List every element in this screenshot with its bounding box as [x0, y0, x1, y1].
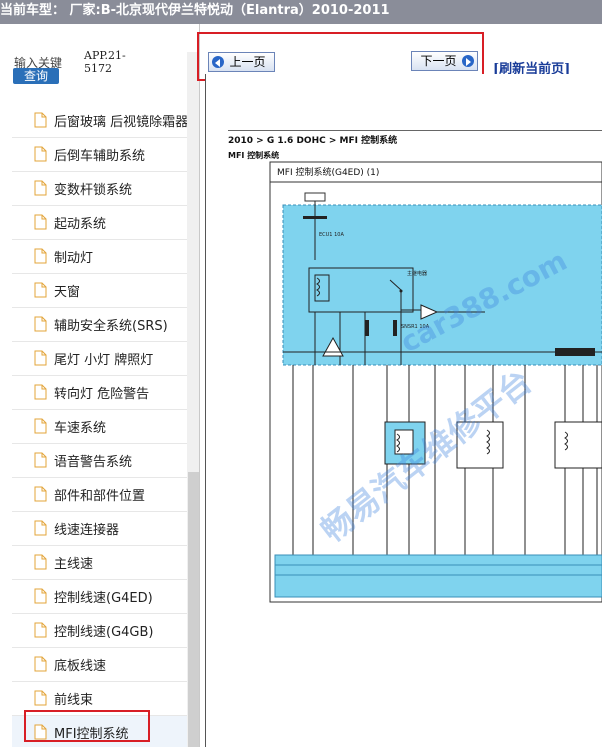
search-area: 输入关键 查询 APP.21-5172 [0, 24, 199, 90]
app-number: APP.21-5172 [84, 49, 126, 75]
scroll-thumb[interactable] [188, 472, 199, 747]
sidebar-item[interactable]: 主线速 [12, 546, 188, 580]
sidebar-item-label: 前线束 [54, 693, 94, 708]
document-icon [34, 350, 47, 366]
sidebar-item[interactable]: 后窗玻璃 后视镜除霜器 [12, 104, 188, 138]
diagram-breadcrumb: 2010 > G 1.6 DOHC > MFI 控制系统 [228, 130, 602, 146]
search-button[interactable]: 查询 [13, 68, 59, 84]
prev-page-button[interactable]: 上一页 [208, 52, 275, 72]
sidebar-item[interactable]: 线速连接器 [12, 512, 188, 546]
sidebar-scrollbar[interactable] [187, 52, 199, 747]
sidebar-item[interactable]: 控制线速(G4ED) [12, 580, 188, 614]
document-icon [34, 316, 47, 332]
sidebar-item[interactable]: 后倒车辅助系统 [12, 138, 188, 172]
sidebar-item-label: 线速连接器 [54, 523, 120, 538]
arrow-right-icon [462, 55, 474, 67]
document-icon [34, 180, 47, 196]
sidebar-item[interactable]: 部件和部件位置 [12, 478, 188, 512]
sidebar-item-label: 语音警告系统 [54, 455, 133, 470]
sidebar-item-label: 后倒车辅助系统 [54, 149, 146, 164]
sidebar-item-label: 主线速 [54, 557, 94, 572]
document-icon [34, 282, 47, 298]
wiring-diagram: MFI 控制系统(G4ED) (1) ECU1 10A 主继电器 SNSR1 1… [269, 161, 602, 603]
document-icon [34, 622, 47, 638]
document-icon [34, 418, 47, 434]
nav-list: 后窗玻璃 后视镜除霜器 后倒车辅助系统 变数杆锁系统 起动系统制动灯天窗辅助安全系统(… [12, 104, 188, 747]
document-icon [34, 588, 47, 604]
sidebar-item-label: 控制线速(G4GB) [54, 625, 154, 640]
sidebar-item-label: 后窗玻璃 后视镜除霜器 [54, 115, 188, 130]
sidebar-item[interactable]: 尾灯 小灯 牌照灯 [12, 342, 188, 376]
sidebar-item-label: 底板线速 [54, 659, 107, 674]
sidebar-item-label: 辅助安全系统(SRS) [54, 319, 168, 334]
sidebar-item[interactable]: 控制线速(G4GB) [12, 614, 188, 648]
sidebar-item-label: 尾灯 小灯 牌照灯 [54, 353, 154, 368]
sidebar-item-label: 部件和部件位置 [54, 489, 146, 504]
sidebar-item-label: 天窗 [54, 285, 81, 300]
document-icon [34, 214, 47, 230]
document-icon [34, 690, 47, 706]
sidebar-item[interactable]: 车速系统 [12, 410, 188, 444]
sidebar-item[interactable]: 变数杆锁系统 [12, 172, 188, 206]
next-page-button[interactable]: 下一页 [411, 51, 478, 71]
sidebar-item[interactable]: 天窗 [12, 274, 188, 308]
diagram-panel-title: MFI 控制系统(G4ED) (1) [277, 166, 379, 178]
sidebar-item[interactable]: 辅助安全系统(SRS) [12, 308, 188, 342]
document-icon [34, 520, 47, 536]
arrow-left-icon [212, 56, 224, 68]
sidebar-item[interactable]: 底板线速 [12, 648, 188, 682]
sidebar-item-label: 制动灯 [54, 251, 94, 266]
document-icon [34, 112, 47, 128]
document-icon [34, 486, 47, 502]
sidebar-item-label: 变数杆锁系统 [54, 183, 133, 198]
window-title-bar: 当前车型： 厂家:B-北京现代伊兰特悦动（Elantra）2010-2011 [0, 0, 602, 24]
sidebar-item-label: 车速系统 [54, 421, 107, 436]
sidebar-item[interactable]: 起动系统 [12, 206, 188, 240]
sidebar-item[interactable]: 语音警告系统 [12, 444, 188, 478]
document-icon [34, 656, 47, 672]
sidebar-item-label: 转向灯 危险警告 [54, 387, 150, 402]
relay-label: 主继电器 [407, 270, 427, 277]
document-icon [34, 248, 47, 264]
highlight-box-active-item [24, 710, 150, 742]
fuse-label: ECU1 10A [319, 232, 344, 238]
document-icon [34, 146, 47, 162]
sidebar-item-label: 控制线速(G4ED) [54, 591, 153, 606]
sidebar: 输入关键 查询 APP.21-5172 后窗玻璃 后视镜除霜器 后倒车辅助系统 变数… [0, 24, 200, 747]
sidebar-item-label: 起动系统 [54, 217, 107, 232]
prev-page-label: 上一页 [229, 55, 266, 69]
sidebar-item[interactable]: 制动灯 [12, 240, 188, 274]
document-icon [34, 452, 47, 468]
next-page-label: 下一页 [420, 54, 457, 68]
document-icon [34, 554, 47, 570]
window-title: 当前车型： 厂家:B-北京现代伊兰特悦动（Elantra）2010-2011 [0, 3, 390, 18]
document-icon [34, 384, 47, 400]
sidebar-item[interactable]: 转向灯 危险警告 [12, 376, 188, 410]
